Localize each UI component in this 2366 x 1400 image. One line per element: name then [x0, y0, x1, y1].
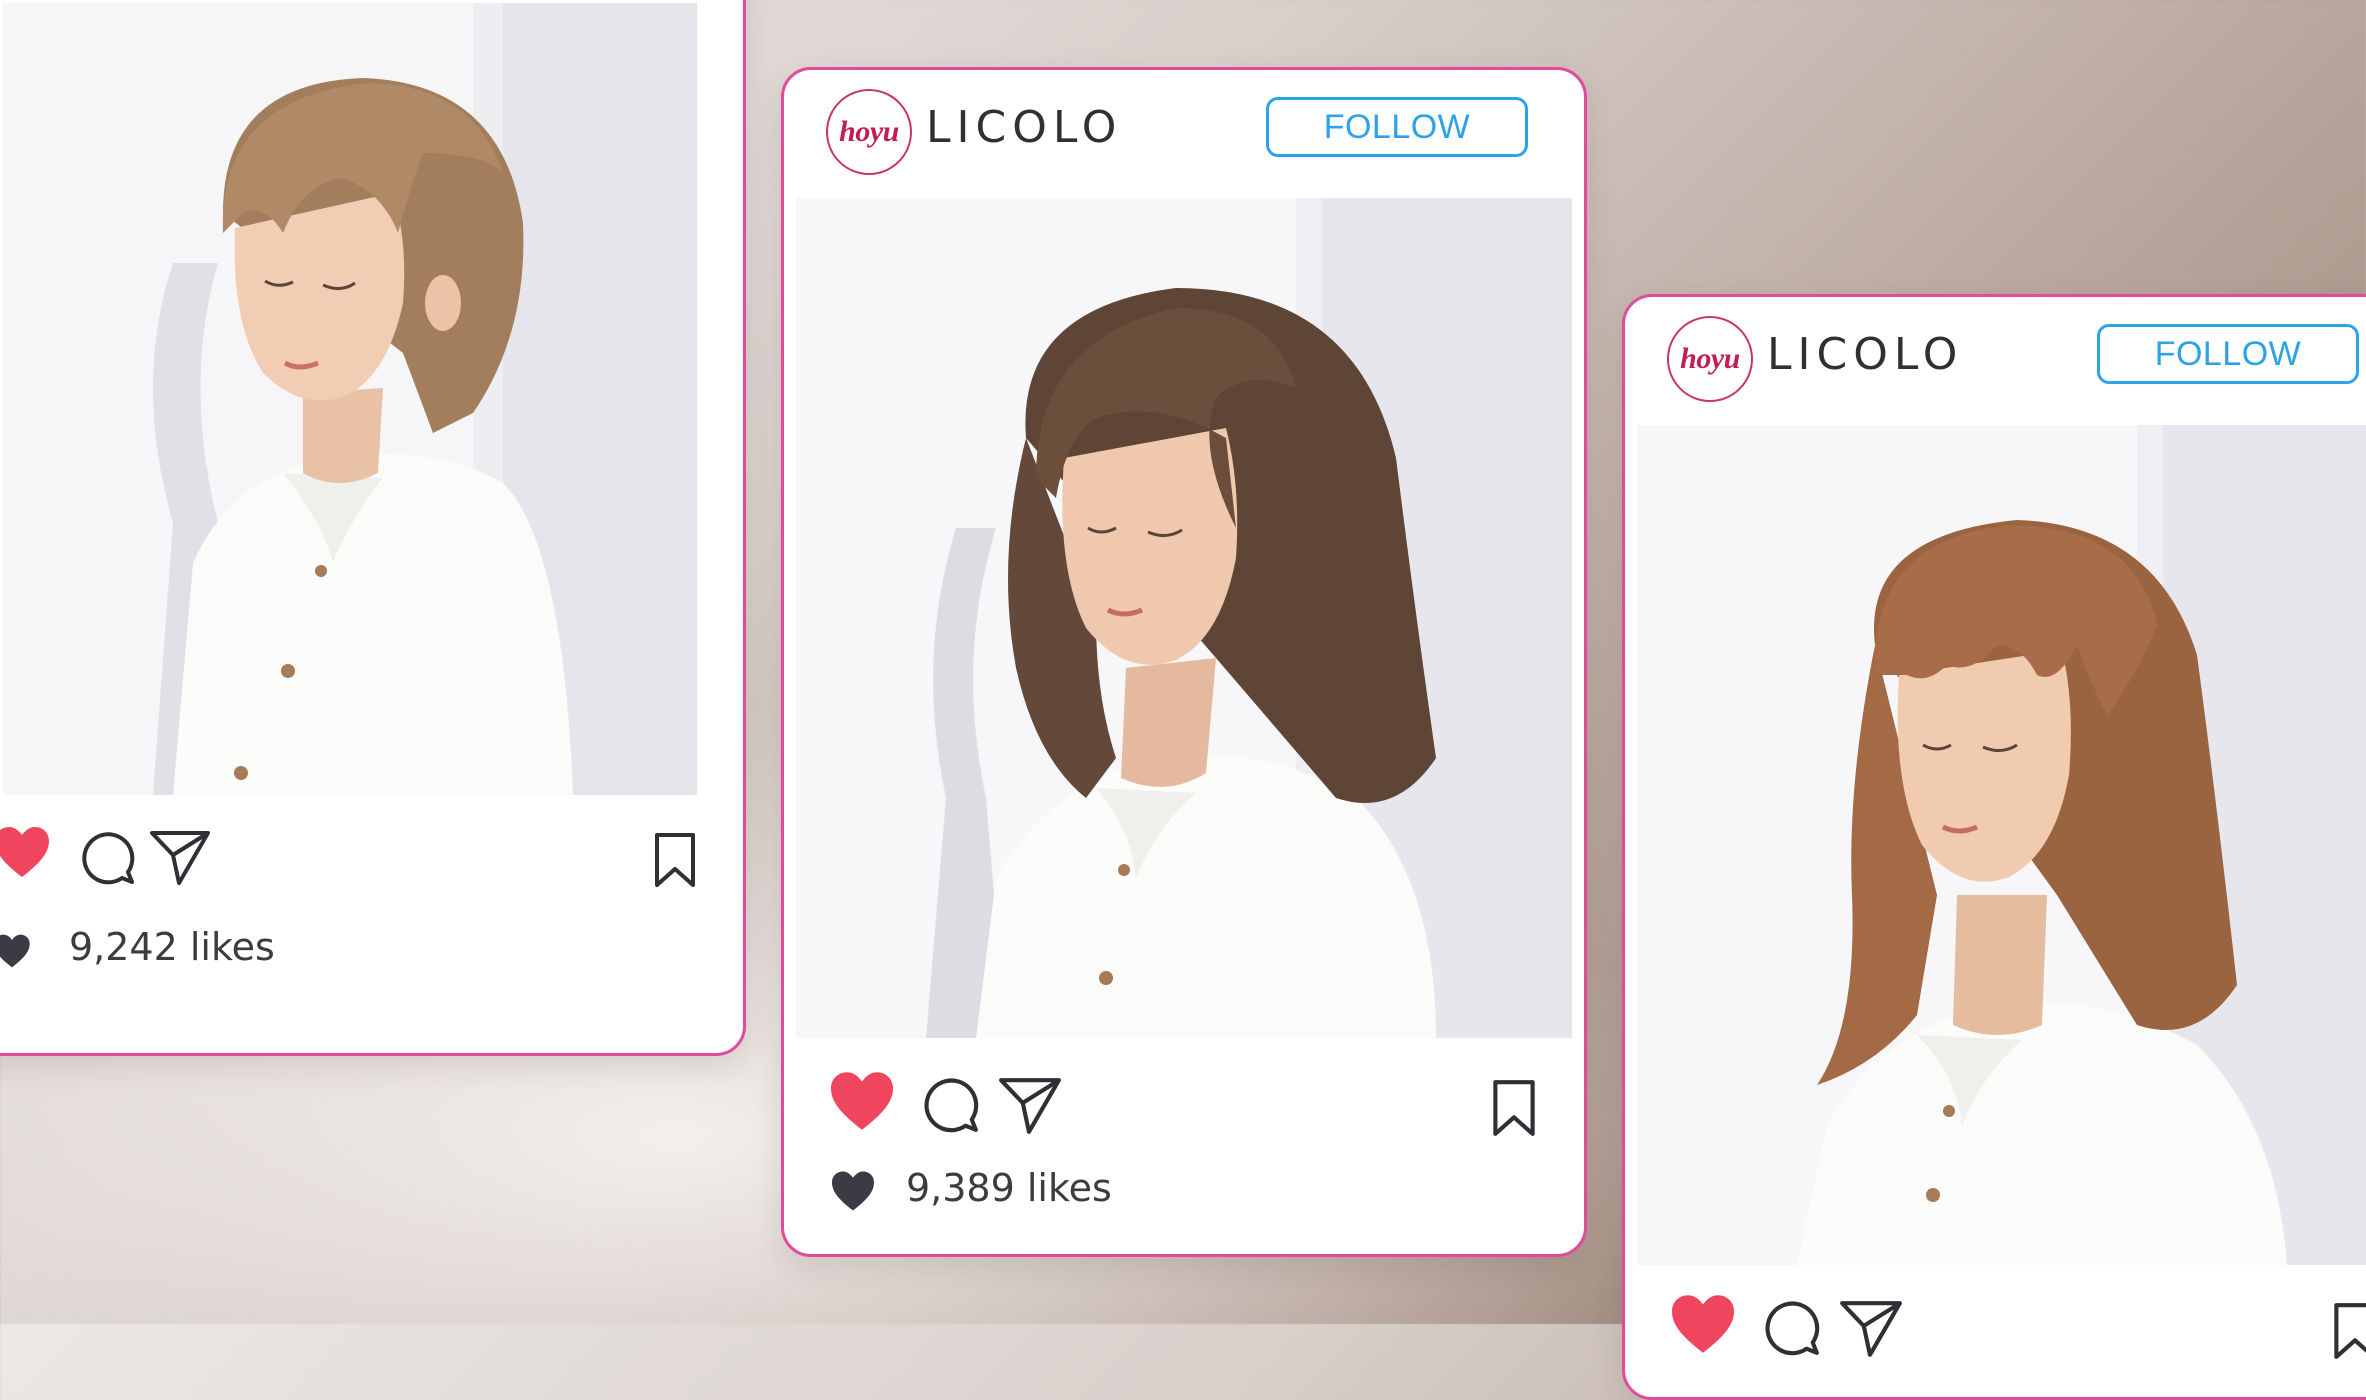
- share-icon[interactable]: [1839, 1299, 1903, 1359]
- post-header: hoyu LICOLO FOLLOW: [784, 70, 1584, 195]
- heart-icon[interactable]: [828, 1070, 896, 1132]
- brand-logo[interactable]: hoyu: [1667, 316, 1753, 402]
- heart-icon[interactable]: [1669, 1293, 1737, 1355]
- comment-icon[interactable]: [920, 1074, 980, 1134]
- likes-count: 9,242 likes: [69, 925, 275, 969]
- likes-count: 9,389 likes: [906, 1166, 1112, 1210]
- post-card-3: hoyu LICOLO FOLLOW: [1622, 294, 2366, 1400]
- follow-button[interactable]: FOLLOW: [2097, 324, 2359, 384]
- brand-name[interactable]: LICOLO: [1767, 329, 1963, 380]
- comment-icon[interactable]: [1761, 1297, 1821, 1357]
- bookmark-icon[interactable]: [1491, 1078, 1537, 1138]
- comment-icon[interactable]: [78, 828, 136, 886]
- post-photo-1[interactable]: [3, 3, 697, 795]
- heart-icon[interactable]: [0, 825, 51, 879]
- brand-name[interactable]: LICOLO: [926, 102, 1122, 153]
- post-card-2: hoyu LICOLO FOLLOW 9,389 likes: [781, 67, 1587, 1257]
- small-heart-icon: [832, 1171, 874, 1211]
- bookmark-icon[interactable]: [653, 831, 697, 889]
- small-heart-icon: [0, 934, 30, 968]
- share-icon[interactable]: [149, 829, 211, 887]
- share-icon[interactable]: [998, 1076, 1062, 1136]
- follow-button[interactable]: FOLLOW: [1266, 97, 1528, 157]
- post-header: hoyu LICOLO FOLLOW: [1625, 297, 2366, 422]
- logo-text: hoyu: [1680, 342, 1740, 375]
- post-card-1: 9,242 likes: [0, 0, 746, 1056]
- brand-logo[interactable]: hoyu: [826, 89, 912, 175]
- logo-text: hoyu: [839, 115, 899, 148]
- bookmark-icon[interactable]: [2332, 1301, 2366, 1361]
- post-photo-3[interactable]: [1637, 425, 2366, 1265]
- post-photo-2[interactable]: [796, 198, 1572, 1038]
